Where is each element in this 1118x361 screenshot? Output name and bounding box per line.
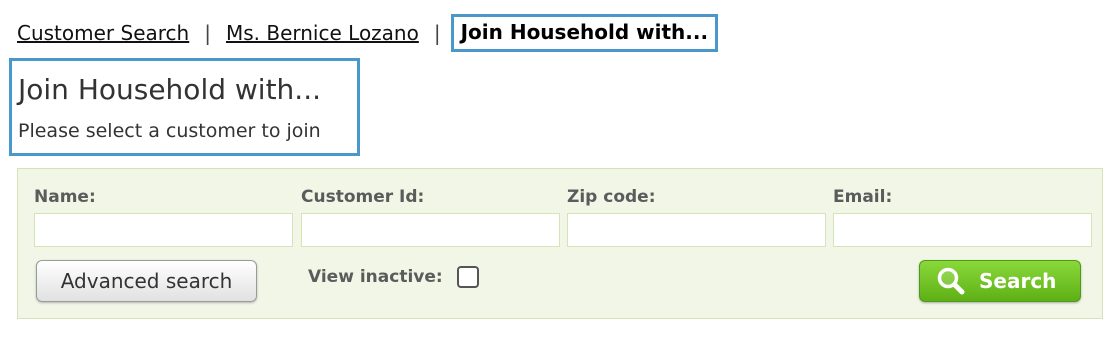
breadcrumb-link-customer-search[interactable]: Customer Search [17, 21, 189, 45]
customer-id-label: Customer Id: [301, 187, 425, 207]
breadcrumb: Customer Search | Ms. Bernice Lozano | J… [17, 14, 719, 52]
zip-code-label: Zip code: [567, 187, 656, 207]
breadcrumb-link-customer[interactable]: Ms. Bernice Lozano [226, 21, 419, 45]
search-button[interactable]: Search [919, 260, 1081, 302]
search-button-label: Search [979, 269, 1057, 293]
breadcrumb-separator: | [433, 21, 441, 45]
email-input[interactable] [833, 213, 1092, 247]
email-label: Email: [833, 187, 893, 207]
breadcrumb-current: Join Household with... [450, 14, 719, 52]
customer-id-input[interactable] [301, 213, 560, 247]
view-inactive-checkbox[interactable] [456, 266, 479, 288]
name-input[interactable] [34, 213, 293, 247]
page-header: Join Household with... Please select a c… [9, 58, 360, 156]
view-inactive-label: View inactive: [308, 267, 443, 287]
name-label: Name: [34, 187, 96, 207]
page-subtitle: Please select a customer to join [18, 120, 321, 142]
email-field-group: Email: [833, 187, 1092, 247]
search-panel: Name: Customer Id: Zip code: Email: Adva… [17, 168, 1103, 319]
advanced-search-button[interactable]: Advanced search [36, 260, 257, 302]
magnifier-icon [936, 266, 966, 296]
view-inactive-group: View inactive: [308, 265, 479, 289]
name-field-group: Name: [34, 187, 293, 247]
breadcrumb-separator: | [204, 21, 211, 45]
page-title: Join Household with... [18, 73, 321, 106]
zip-code-input[interactable] [567, 213, 826, 247]
zip-code-field-group: Zip code: [567, 187, 826, 247]
customer-id-field-group: Customer Id: [301, 187, 560, 247]
